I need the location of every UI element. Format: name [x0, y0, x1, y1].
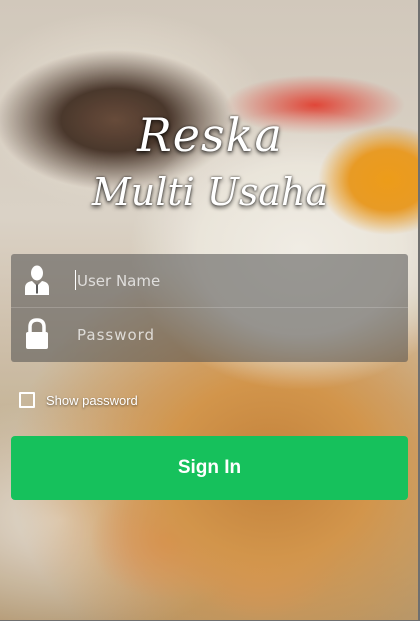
- username-row: [11, 254, 408, 308]
- show-password-label: Show password: [46, 393, 138, 408]
- password-row: [11, 308, 408, 361]
- login-form: [11, 254, 408, 362]
- app-title-line1: Reska: [137, 108, 283, 162]
- user-icon: [25, 265, 49, 295]
- lock-icon: [26, 318, 48, 349]
- username-input[interactable]: [75, 262, 399, 300]
- show-password-checkbox[interactable]: [19, 392, 35, 408]
- app-title-line2: Multi Usaha: [91, 170, 329, 214]
- password-input[interactable]: [75, 316, 399, 354]
- sign-in-button[interactable]: Sign In: [11, 436, 408, 500]
